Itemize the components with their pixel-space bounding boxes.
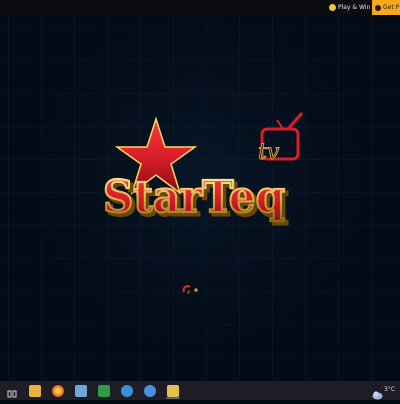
firefox-icon[interactable] xyxy=(52,385,64,397)
logo-tag-text: tv xyxy=(258,140,280,165)
get-button[interactable]: Get P xyxy=(372,0,400,15)
splash-screen: tv StarTeq StarTeq xyxy=(0,15,400,381)
excel-icon[interactable] xyxy=(98,385,110,397)
bluestacks-icon[interactable] xyxy=(167,385,179,397)
browser-top-bar: Play & Win Get P xyxy=(0,0,400,15)
gift-icon xyxy=(329,4,336,11)
file-explorer-icon[interactable] xyxy=(29,385,41,397)
weather-cloud-icon[interactable] xyxy=(372,385,383,400)
task-view-icon[interactable] xyxy=(6,385,18,398)
edge-icon[interactable] xyxy=(121,385,133,397)
loading-spinner xyxy=(182,281,202,295)
logo-word-text: StarTeq xyxy=(103,172,285,223)
get-icon xyxy=(375,4,381,11)
play-win-label: Play & Win xyxy=(338,4,371,11)
get-label: Get P xyxy=(383,4,400,11)
temperature-text: 3°C xyxy=(384,386,396,393)
taskbar: 3°C xyxy=(0,381,400,400)
phone-icon[interactable] xyxy=(75,385,87,397)
network-globe-icon[interactable] xyxy=(144,385,156,397)
play-win-button[interactable]: Play & Win xyxy=(329,1,371,14)
starteq-tv-logo: tv StarTeq StarTeq xyxy=(98,101,310,231)
active-app-indicator xyxy=(166,397,180,399)
